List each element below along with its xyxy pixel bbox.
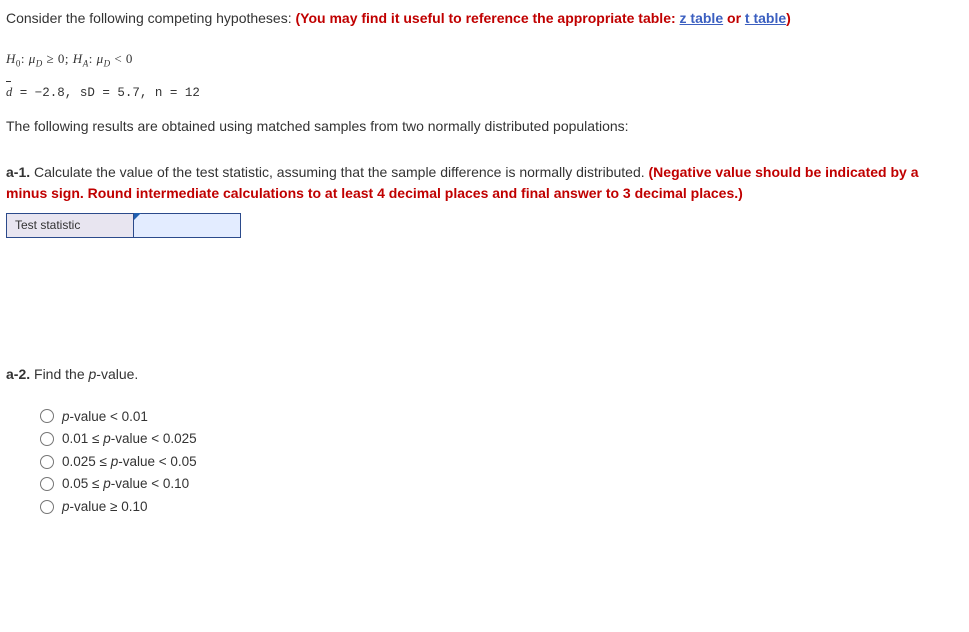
option-2-label: 0.01 ≤ p-value < 0.025 <box>62 429 197 449</box>
intro-paragraph: Consider the following competing hypothe… <box>6 8 963 28</box>
option-1: p-value < 0.01 <box>40 407 963 427</box>
test-statistic-label: Test statistic <box>7 213 134 237</box>
option-5: p-value ≥ 0.10 <box>40 497 963 517</box>
body-text: The following results are obtained using… <box>6 116 963 136</box>
option-5-radio[interactable] <box>40 500 54 514</box>
intro-lead: Consider the following competing hypothe… <box>6 10 296 26</box>
option-4: 0.05 ≤ p-value < 0.10 <box>40 474 963 494</box>
a1-label: a-1. <box>6 164 30 180</box>
a2-label: a-2. <box>6 366 30 382</box>
intro-red-text: (You may find it useful to reference the… <box>296 10 791 26</box>
option-3-radio[interactable] <box>40 455 54 469</box>
t-table-link[interactable]: t table <box>745 10 786 26</box>
question-a2: a-2. Find the p-value. <box>6 364 963 384</box>
d-bar-symbol: d <box>6 81 12 101</box>
option-2-radio[interactable] <box>40 432 54 446</box>
pvalue-options: p-value < 0.01 0.01 ≤ p-value < 0.025 0.… <box>40 407 963 517</box>
option-2: 0.01 ≤ p-value < 0.025 <box>40 429 963 449</box>
option-3: 0.025 ≤ p-value < 0.05 <box>40 452 963 472</box>
stats-line: d = −2.8, sD = 5.7, n = 12 <box>6 81 963 102</box>
table-row: Test statistic <box>7 213 241 237</box>
test-statistic-table: Test statistic <box>6 213 241 238</box>
test-statistic-cell <box>134 213 241 237</box>
option-4-label: 0.05 ≤ p-value < 0.10 <box>62 474 189 494</box>
test-statistic-input[interactable] <box>134 216 240 236</box>
option-3-label: 0.025 ≤ p-value < 0.05 <box>62 452 197 472</box>
option-1-label: p-value < 0.01 <box>62 407 148 427</box>
option-4-radio[interactable] <box>40 477 54 491</box>
question-a1: a-1. Calculate the value of the test sta… <box>6 162 963 203</box>
option-1-radio[interactable] <box>40 409 54 423</box>
hypotheses-line: H0: μD ≥ 0; HA: μD < 0 <box>6 50 963 71</box>
z-table-link[interactable]: z table <box>680 10 724 26</box>
option-5-label: p-value ≥ 0.10 <box>62 497 147 517</box>
